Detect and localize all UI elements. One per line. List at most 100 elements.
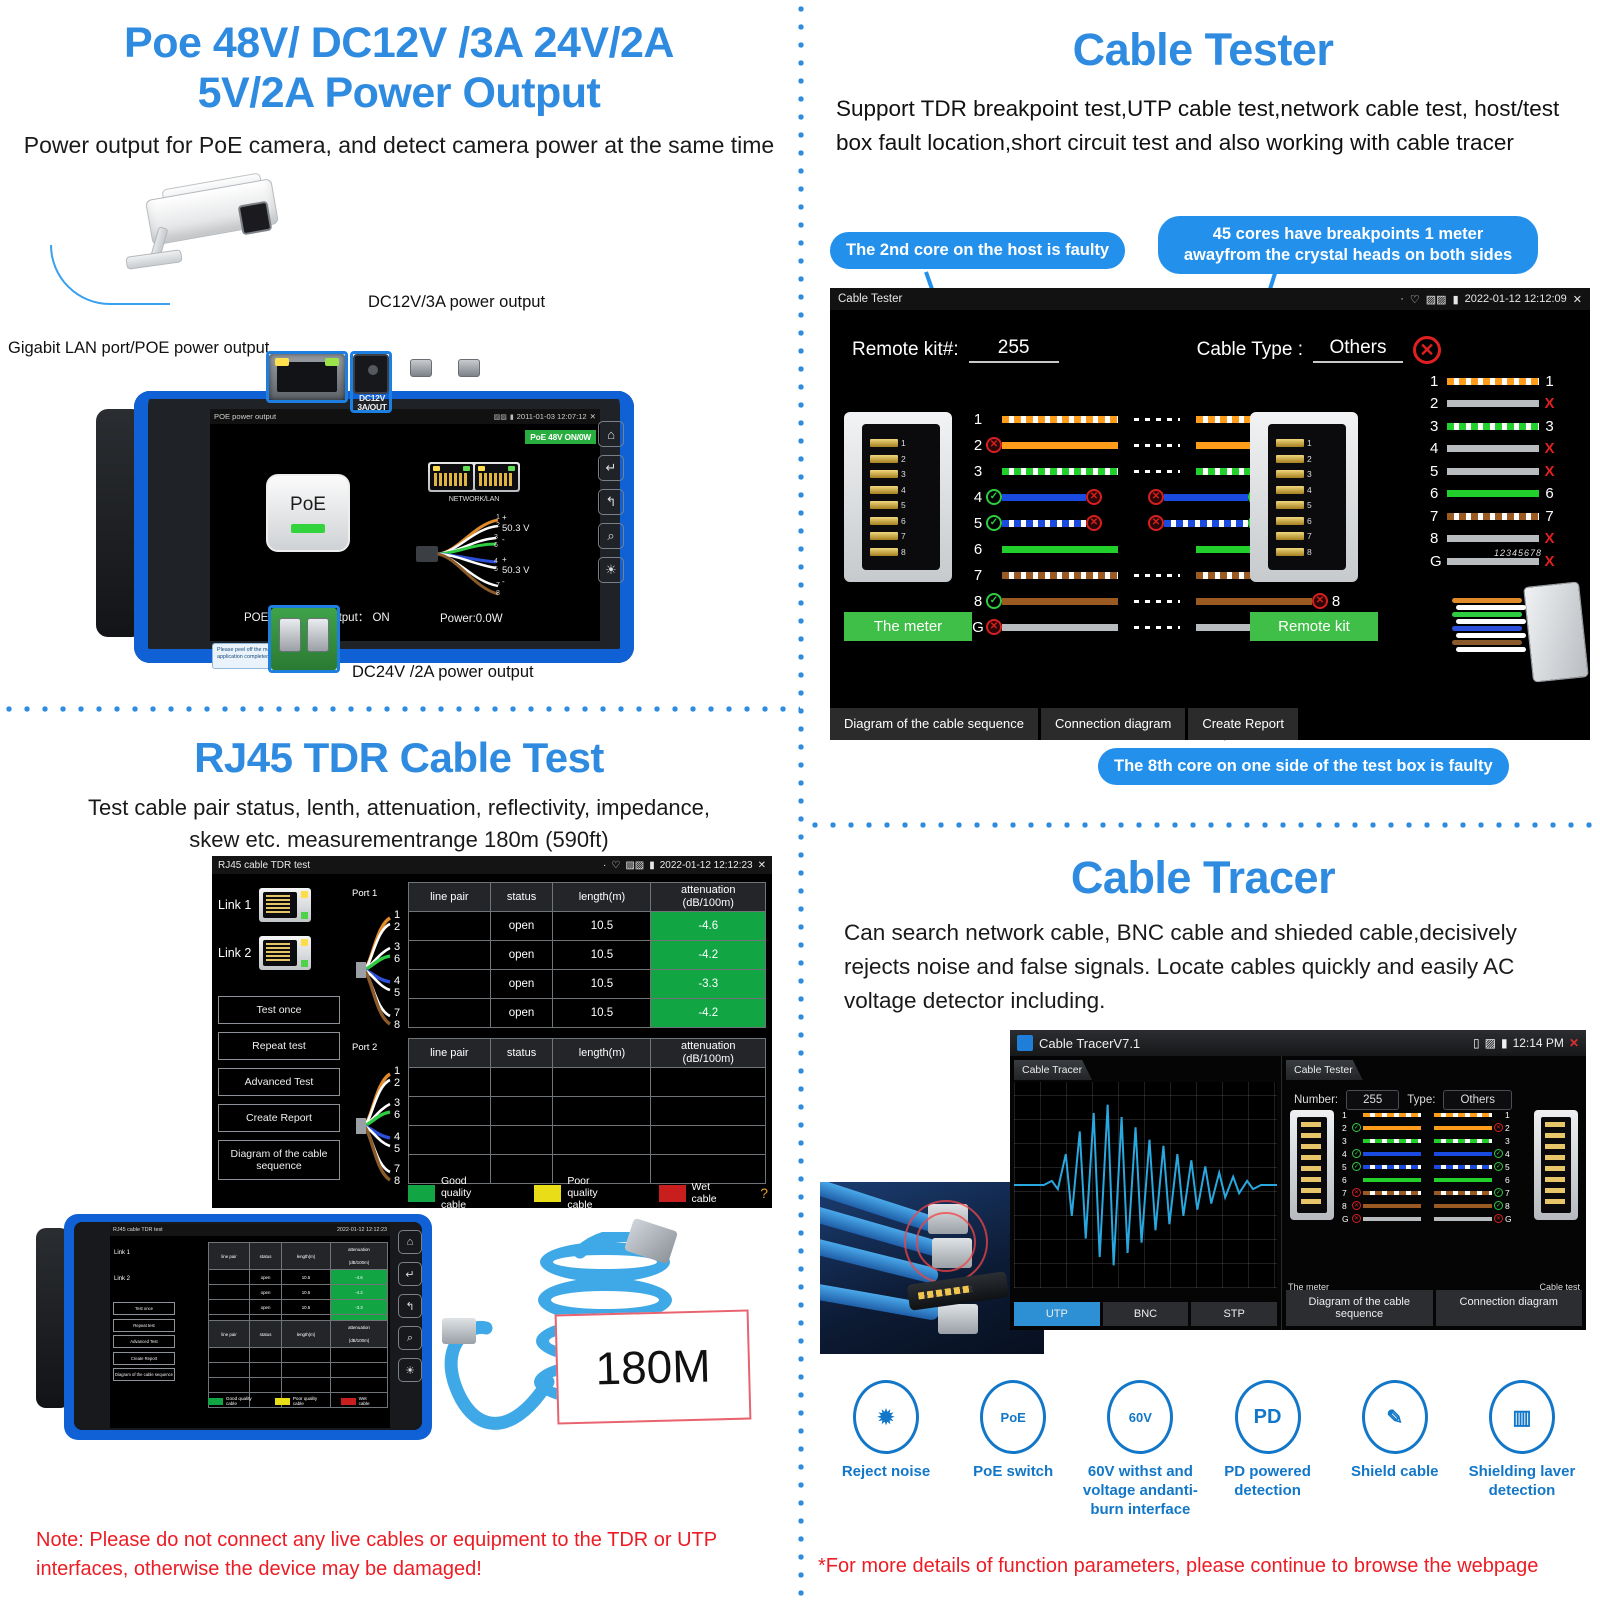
tdr-device-photo: RJ45 cable TDR test 2022-01-12 12:12:23 …: [36, 1214, 432, 1440]
feature-icon-list: ✹ Reject noise PoE PoE switch 60V 60V withst …: [824, 1380, 1584, 1519]
mini-button[interactable]: Repeat test: [113, 1318, 175, 1332]
mini-button[interactable]: Diagram of the cable sequence: [113, 1368, 175, 1381]
cell-length: 10.5: [552, 969, 652, 999]
rj45-wire-bundle: [1452, 598, 1532, 660]
connection-diagram-button[interactable]: Connection diagram: [1435, 1290, 1582, 1326]
svg-text:1: 1: [394, 1065, 400, 1077]
remote-kit-button[interactable]: Remote kit: [1250, 612, 1378, 641]
cable-type-label: Cable Type :: [1196, 339, 1303, 360]
cell-line-pair: [207, 1284, 251, 1300]
cell-attenuation: -4.6: [650, 911, 766, 941]
pin-row: 33: [1342, 1134, 1513, 1147]
cell-line-pair: [408, 940, 491, 970]
cell-length: 10.5: [280, 1284, 331, 1300]
advanced-test-button[interactable]: Advanced Test: [218, 1068, 340, 1096]
summary-end: 3: [1545, 417, 1554, 435]
close-icon[interactable]: ✕: [590, 412, 596, 421]
help-icon[interactable]: ?: [760, 1185, 768, 1201]
cell-length: 10.5: [280, 1269, 331, 1285]
bnc-connector: [458, 359, 480, 377]
jack-pin-row: 4: [870, 485, 916, 495]
cable-tester-screen: Cable Tester · ♡ ▨▨ ▮ 2022-01-12 12:12:0…: [830, 288, 1590, 740]
cell-status: open: [249, 1299, 282, 1315]
summary-end: 6: [1545, 485, 1554, 503]
mini-button[interactable]: Test once: [113, 1302, 175, 1315]
network-lan-label: NETWORK/LAN: [448, 494, 500, 503]
screen-timestamp: 2011-01-03 12:07:12: [516, 412, 587, 421]
summary-pin: 6: [1430, 485, 1439, 503]
summary-pin: G: [1430, 552, 1442, 570]
cell-length: [280, 1377, 331, 1393]
zoom-icon[interactable]: ⌕: [598, 523, 624, 549]
number-value[interactable]: 255: [1346, 1090, 1400, 1110]
legend-label: Good quality cable: [225, 1396, 252, 1406]
tab-cable-tester[interactable]: Cable Tester: [1286, 1060, 1363, 1080]
create-report-button[interactable]: Create Report: [1188, 708, 1298, 740]
legend-swatch: [274, 1397, 290, 1405]
port2-label: Port 2: [352, 1042, 378, 1053]
connection-diagram-button[interactable]: Connection diagram: [1040, 708, 1186, 740]
meter-jack-graphic: 1 2 3 4 5 6 7 8: [844, 412, 952, 582]
jack-pin-row: 1: [870, 438, 916, 448]
close-test-icon[interactable]: ✕: [1412, 336, 1441, 364]
home-icon[interactable]: ⌂: [598, 421, 624, 447]
pin-index: 7: [1342, 1187, 1347, 1198]
svg-text:7: 7: [394, 1163, 400, 1175]
diagram-cable-sequence-button[interactable]: Diagram of the cable sequence: [830, 708, 1038, 740]
bnc-connector: [410, 359, 432, 377]
col-attenuation: attenuation (dB/100m): [650, 1038, 766, 1068]
voltage-readout-graphic: 1 2 3 6 4 5 7 8 + 50.3 V - + 50.3 V -: [416, 506, 586, 602]
tracer-panel: Cable Tracer UTP BNC STP: [1010, 1056, 1282, 1330]
diagram-cable-sequence-button[interactable]: Diagram of the cable sequence: [218, 1140, 340, 1180]
remote-kit-value[interactable]: 255: [968, 337, 1059, 363]
tracer-title-right: ▯ ▨ ▮ 12:14 PM ✕: [1473, 1036, 1579, 1050]
back-icon[interactable]: ↰: [598, 489, 624, 515]
rj45-tdr-subtitle-line1: Test cable pair status, lenth, attenuati…: [87, 795, 711, 820]
wire: [1452, 626, 1522, 631]
pin-index: 5: [1342, 1161, 1347, 1172]
battery-icon: ▮: [649, 859, 655, 871]
poe-toggle-button[interactable]: PoE: [266, 474, 350, 552]
cell-line-pair: [408, 1096, 491, 1126]
col-line-pair: line pair: [207, 1242, 251, 1270]
pin-index: 7: [973, 566, 983, 584]
tab-cable-tracer[interactable]: Cable Tracer: [1014, 1060, 1092, 1080]
diagram-cable-sequence-button[interactable]: Diagram of the cable sequence: [1286, 1290, 1433, 1326]
feature-label: Reject noise: [841, 1463, 931, 1480]
light-icon[interactable]: ☀: [598, 557, 624, 583]
light-icon[interactable]: ☀: [398, 1358, 422, 1382]
cell-attenuation: [329, 1377, 389, 1393]
pin-row: 2 ✓ ✕ 2: [1342, 1121, 1513, 1134]
close-icon[interactable]: ✕: [1569, 1036, 1579, 1050]
test-once-button[interactable]: Test once: [218, 996, 340, 1024]
tracer-title-left: Cable TracerV7.1: [1017, 1035, 1140, 1051]
legend-label: Poor quality cable: [567, 1175, 598, 1208]
summary-pin: 2: [1430, 395, 1439, 413]
pin-index: 3: [973, 462, 983, 480]
close-icon[interactable]: ✕: [1573, 293, 1582, 306]
utp-button[interactable]: UTP: [1014, 1302, 1100, 1326]
repeat-test-button[interactable]: Repeat test: [218, 1032, 340, 1060]
home-icon[interactable]: ⌂: [398, 1230, 422, 1254]
enter-icon[interactable]: ↵: [398, 1262, 422, 1286]
mini-button[interactable]: Advanced Test: [113, 1335, 175, 1348]
zoom-icon[interactable]: ⌕: [398, 1326, 422, 1350]
bnc-button[interactable]: BNC: [1102, 1302, 1189, 1326]
create-report-button[interactable]: Create Report: [218, 1104, 340, 1132]
cable-type-value[interactable]: Others: [1312, 337, 1403, 363]
the-meter-button[interactable]: The meter: [844, 612, 972, 641]
type-value[interactable]: Others: [1443, 1090, 1512, 1110]
enter-icon[interactable]: ↵: [598, 455, 624, 481]
link-ports: Link 1 Link 2: [218, 888, 348, 984]
stp-button[interactable]: STP: [1191, 1302, 1278, 1326]
mini-button[interactable]: Create Report: [113, 1351, 175, 1365]
summary-row: 8X: [1430, 528, 1556, 551]
cell-attenuation: -4.2: [650, 940, 766, 970]
waveform-graph: [1014, 1082, 1277, 1288]
power-output-illustration: Gigabit LAN port/POE power output DC12V/…: [0, 163, 798, 693]
pin-index: 6: [1342, 1174, 1347, 1185]
close-icon[interactable]: ✕: [758, 860, 766, 871]
back-icon[interactable]: ↰: [398, 1294, 422, 1318]
pin-row: 8 ✕ ✓ 8: [1342, 1199, 1513, 1212]
jack-pin-row: 2: [1276, 454, 1322, 464]
